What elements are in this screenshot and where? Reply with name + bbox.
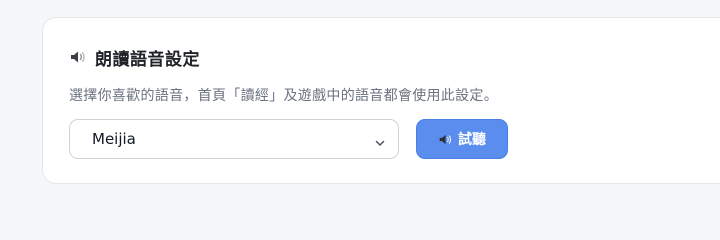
speaker-icon (438, 132, 453, 147)
section-description: 選擇你喜歡的語音，首頁「讀經」及遊戲中的語音都會使用此設定。 (69, 88, 498, 104)
voice-settings-card: 朗讀語音設定 選擇你喜歡的語音，首頁「讀經」及遊戲中的語音都會使用此設定。 Me… (42, 17, 720, 184)
section-title: 朗讀語音設定 (95, 49, 200, 70)
section-header: 朗讀語音設定 (69, 45, 200, 70)
preview-voice-button[interactable]: 試聽 (416, 119, 508, 159)
preview-voice-button-label: 試聽 (458, 132, 486, 148)
voice-select[interactable]: Meijia (69, 119, 399, 159)
speaker-icon (69, 48, 87, 66)
chevron-down-icon (374, 134, 386, 146)
voice-select-value: Meijia (92, 130, 136, 148)
